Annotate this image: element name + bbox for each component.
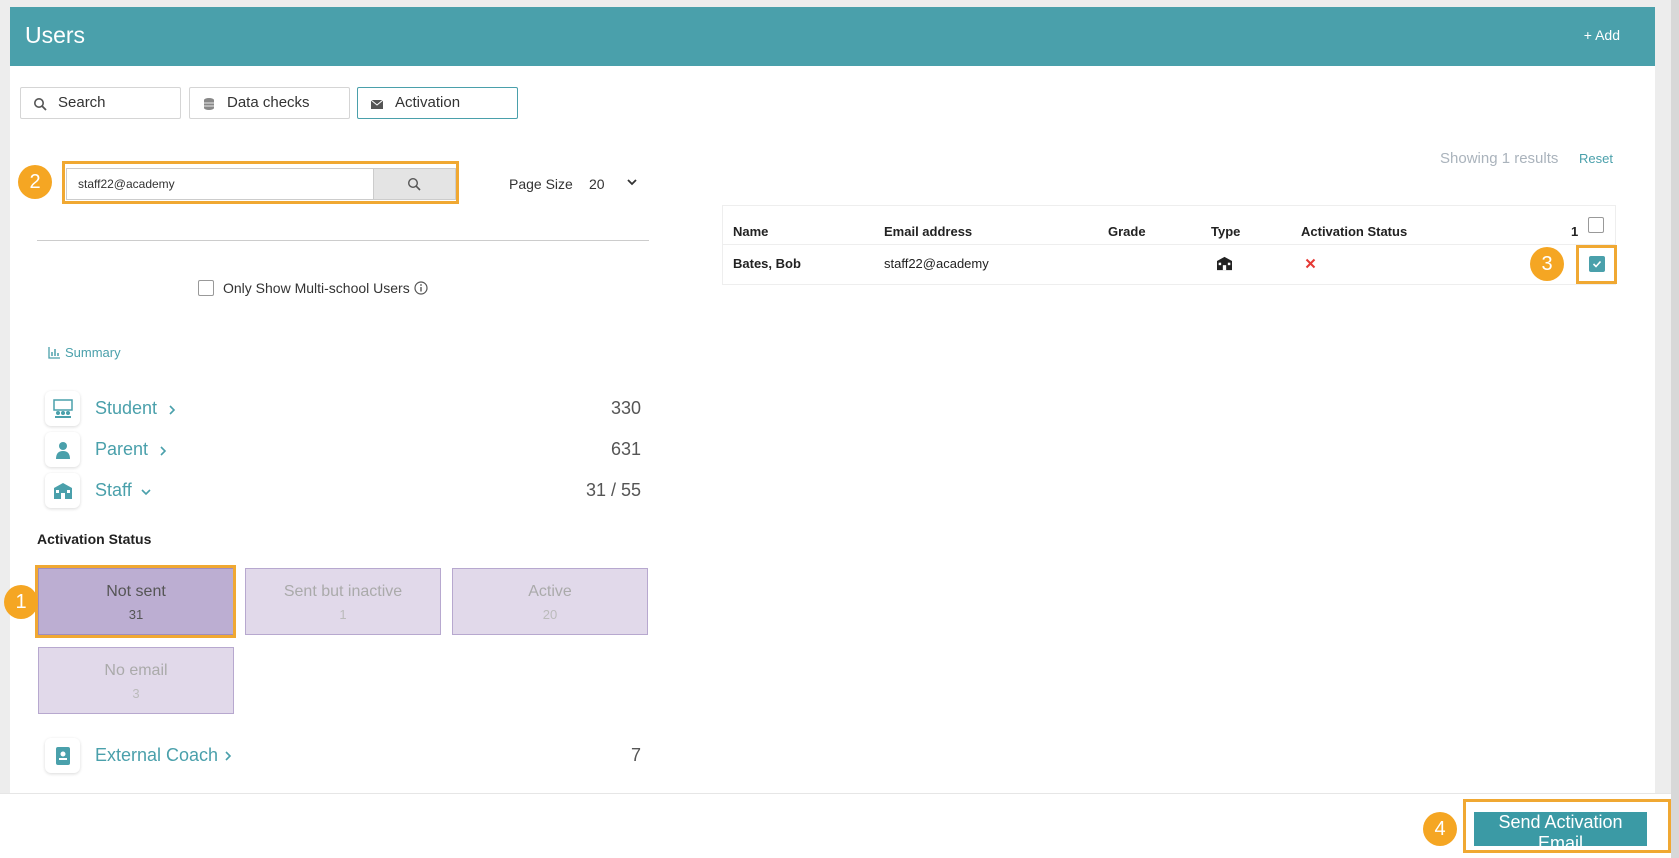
person-icon [56, 442, 70, 459]
student-category-icon [45, 391, 80, 426]
tab-label: Activation [395, 94, 461, 111]
cell-email: staff22@academy [884, 256, 989, 271]
category-student[interactable]: Student [95, 398, 157, 419]
school-icon [54, 483, 72, 499]
status-count: 20 [542, 607, 558, 622]
highlight-not-sent [35, 565, 236, 638]
staff-count: 31 / 55 [585, 480, 641, 500]
activation-status-heading: Activation Status [37, 531, 152, 547]
callout-badge-3: 3 [1530, 247, 1564, 281]
chevron-right-icon[interactable] [157, 445, 169, 457]
info-icon[interactable] [414, 281, 428, 295]
external-coach-category-icon [45, 738, 80, 773]
student-count: 330 [610, 398, 641, 418]
badge-icon [56, 747, 70, 765]
column-header-grade[interactable]: Grade [1108, 224, 1146, 239]
cell-name: Bates, Bob [733, 256, 801, 271]
row-divider [723, 244, 1615, 245]
parent-category-icon [45, 432, 80, 467]
search-icon [34, 98, 47, 111]
status-count: 1 [339, 607, 347, 622]
chevron-right-icon[interactable] [166, 404, 178, 416]
summary-link[interactable]: Summary [48, 345, 121, 360]
column-header-type[interactable]: Type [1211, 224, 1240, 239]
page-header: Users + Add [10, 7, 1655, 66]
results-count: Showing 1 results [1440, 150, 1559, 167]
status-active[interactable]: Active 20 [452, 568, 648, 635]
results-table: Name Email address Grade Type Activation… [722, 205, 1616, 285]
status-label: Sent but inactive [283, 583, 403, 600]
column-header-email[interactable]: Email address [884, 224, 972, 239]
highlight-row-checkbox [1576, 245, 1617, 284]
chevron-down-icon[interactable] [140, 486, 152, 498]
tab-search[interactable]: Search [20, 87, 181, 119]
page-title: Users [25, 22, 86, 48]
divider [37, 240, 649, 241]
status-label: Active [528, 583, 572, 600]
tab-label: Search [58, 94, 106, 111]
status-count: 3 [132, 686, 140, 701]
chevron-down-icon[interactable] [626, 176, 638, 188]
school-icon [1217, 256, 1232, 271]
add-button[interactable]: + Add [1584, 27, 1620, 43]
tab-label: Data checks [227, 94, 310, 111]
status-label: No email [104, 662, 168, 679]
multi-school-checkbox[interactable] [198, 280, 214, 296]
x-icon [1305, 258, 1316, 269]
selected-count: 1 [1571, 224, 1579, 239]
highlight-send-button [1463, 799, 1671, 853]
chevron-right-icon[interactable] [222, 750, 234, 762]
classroom-icon [53, 399, 73, 418]
reset-link[interactable]: Reset [1579, 151, 1613, 166]
staff-category-icon [45, 473, 80, 508]
category-staff[interactable]: Staff [95, 480, 132, 501]
status-sent-but-inactive[interactable]: Sent but inactive 1 [245, 568, 441, 635]
multi-school-label: Only Show Multi-school Users [223, 280, 410, 296]
category-parent[interactable]: Parent [95, 439, 148, 460]
database-icon [204, 98, 214, 110]
app: Users + Add Search Data checks Activatio… [0, 0, 1679, 858]
callout-badge-2: 2 [18, 165, 52, 199]
envelope-icon [370, 99, 384, 109]
external-coach-count: 7 [630, 745, 641, 765]
column-header-name[interactable]: Name [733, 224, 768, 239]
tab-activation[interactable]: Activation [357, 87, 518, 119]
summary-label: Summary [65, 345, 121, 360]
category-external-coach[interactable]: External Coach [95, 745, 218, 766]
page-size-select[interactable]: 20 [589, 176, 605, 192]
status-no-email[interactable]: No email 3 [38, 647, 234, 714]
page-size-label: Page Size [509, 176, 573, 192]
bar-chart-icon [48, 347, 60, 359]
content-panel [10, 7, 1655, 797]
highlight-search [62, 161, 459, 204]
select-all-checkbox[interactable] [1588, 217, 1604, 233]
parent-count: 631 [610, 439, 641, 459]
callout-badge-1: 1 [4, 585, 38, 619]
scrollbar[interactable] [1671, 0, 1679, 858]
column-header-activation-status[interactable]: Activation Status [1301, 224, 1407, 239]
callout-badge-4: 4 [1423, 812, 1457, 846]
tab-data-checks[interactable]: Data checks [189, 87, 350, 119]
